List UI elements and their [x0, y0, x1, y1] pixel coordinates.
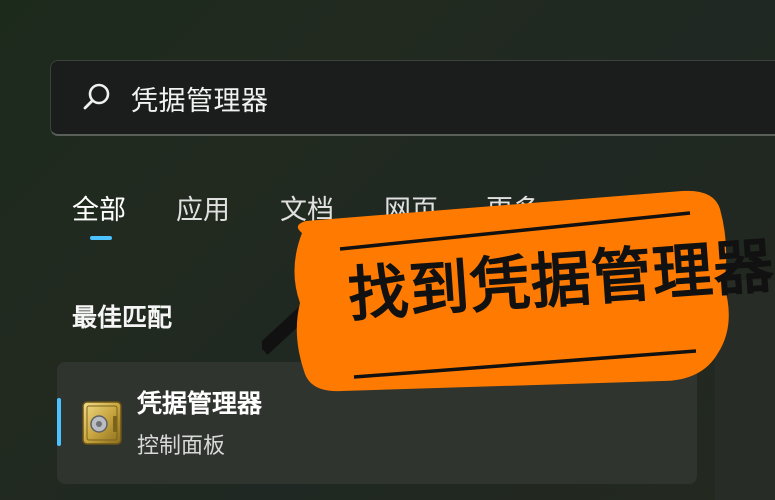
tab-apps[interactable]: 应用	[176, 188, 230, 227]
selection-accent	[57, 398, 61, 446]
search-icon	[81, 81, 113, 113]
result-subtitle: 控制面板	[137, 434, 226, 459]
credential-manager-safe-icon	[79, 398, 125, 448]
result-title: 凭据管理器	[137, 389, 263, 418]
best-match-heading: 最佳匹配	[72, 303, 173, 332]
tab-active-indicator	[90, 236, 112, 240]
annotation-callout: 找到凭据管理器	[262, 185, 775, 415]
search-bar[interactable]: 凭据管理器	[50, 60, 775, 136]
search-input[interactable]: 凭据管理器	[131, 79, 269, 118]
tab-all[interactable]: 全部	[72, 188, 126, 227]
